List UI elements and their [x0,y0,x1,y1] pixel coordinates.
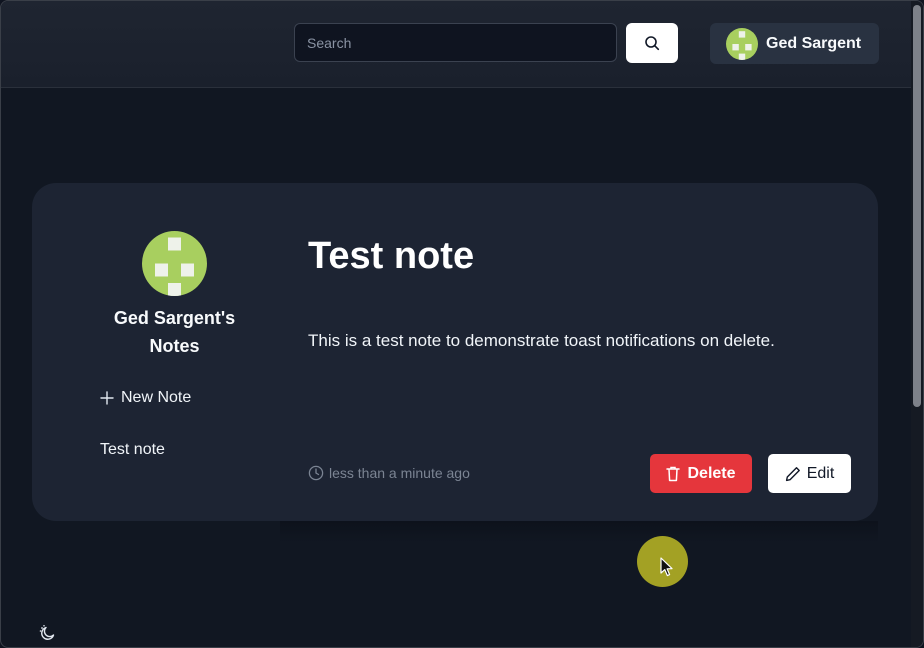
pencil-icon [785,466,800,481]
top-header: Ged Sargent [1,1,923,88]
user-name: Ged Sargent [766,34,862,52]
search-button[interactable] [626,23,678,63]
scrollbar-track[interactable] [911,1,923,647]
new-note-link[interactable]: New Note [100,389,191,407]
new-note-label: New Note [121,389,192,406]
note-panel-shadow [280,521,878,543]
scrollbar-thumb[interactable] [913,5,921,407]
avatar [726,27,758,60]
user-menu-button[interactable]: Ged Sargent [710,23,879,64]
edit-button[interactable]: Edit [768,454,851,493]
theme-toggle-button[interactable] [39,624,57,642]
app-window: Ged Sargent Ged Sargent's Notes New Note [0,0,924,648]
magnifier-icon [645,36,660,51]
mouse-cursor-icon [660,557,673,577]
timestamp-text: less than a minute ago [329,465,470,481]
plus-icon [100,391,114,405]
clock-icon [308,465,324,481]
notes-card: Ged Sargent's Notes New Note Test note T… [32,183,878,543]
note-timestamp: less than a minute ago [308,465,470,481]
sidebar-note-item[interactable]: Test note [100,441,165,459]
search-input[interactable] [294,23,617,62]
edit-label: Edit [806,464,835,482]
note-body: This is a test note to demonstrate toast… [308,331,775,350]
trash-icon [666,466,681,481]
owner-notes-title: Ged Sargent's Notes [113,308,236,356]
identicon-avatar-icon [142,231,207,296]
delete-button[interactable]: Delete [650,454,752,493]
identicon-avatar-icon [726,27,758,60]
moon-sun-icon [39,625,55,640]
delete-label: Delete [687,464,736,482]
note-title: Test note [308,235,475,277]
owner-avatar [142,231,207,296]
